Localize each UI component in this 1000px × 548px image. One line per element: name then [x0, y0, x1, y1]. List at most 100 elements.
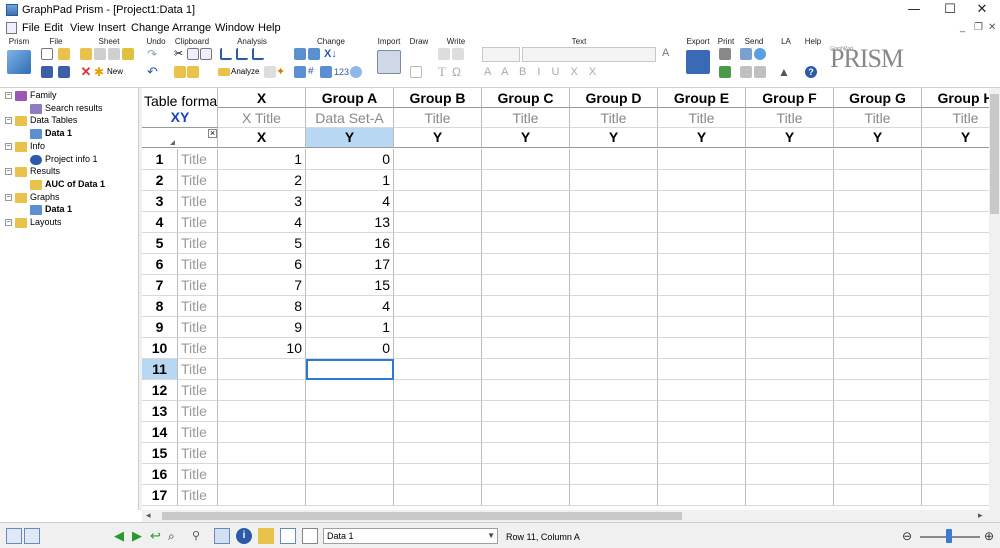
- close-pane-icon[interactable]: ×: [208, 129, 217, 138]
- table-cell[interactable]: [746, 317, 834, 338]
- table-cell-x[interactable]: 9: [218, 317, 306, 338]
- table-cell-x[interactable]: 7: [218, 275, 306, 296]
- table-cell-x[interactable]: 5: [218, 233, 306, 254]
- column-title[interactable]: Title: [746, 108, 834, 128]
- table-cell[interactable]: [394, 296, 482, 317]
- cut-icon[interactable]: ✂: [174, 48, 186, 60]
- save-icon[interactable]: [41, 66, 53, 78]
- link-tool-icon[interactable]: ⚲: [192, 528, 208, 544]
- table-cell-y[interactable]: [306, 401, 394, 422]
- table-cell[interactable]: [746, 422, 834, 443]
- table-cell[interactable]: [834, 338, 922, 359]
- row-number[interactable]: 5: [142, 233, 178, 254]
- table-cell[interactable]: [746, 359, 834, 380]
- analyze-icon[interactable]: [218, 68, 230, 76]
- curve-fit-icon[interactable]: [236, 48, 248, 60]
- copy-icon[interactable]: [187, 48, 199, 60]
- table-cell[interactable]: [570, 254, 658, 275]
- table-cell-y[interactable]: 13: [306, 212, 394, 233]
- table-cell[interactable]: [394, 485, 482, 506]
- table-cell-y[interactable]: [306, 464, 394, 485]
- prism-menu-icon[interactable]: [7, 50, 31, 74]
- table-cell[interactable]: [482, 191, 570, 212]
- table-cell[interactable]: [394, 170, 482, 191]
- navigator-item[interactable]: Data 1: [45, 204, 72, 214]
- table-cell[interactable]: [746, 191, 834, 212]
- table-cell[interactable]: [570, 401, 658, 422]
- data-tables-section-icon[interactable]: [214, 528, 230, 544]
- row-title[interactable]: Title: [178, 401, 218, 422]
- table-cell[interactable]: [394, 149, 482, 170]
- table-cell[interactable]: [922, 254, 990, 275]
- navigator-item[interactable]: AUC of Data 1: [45, 179, 105, 189]
- scroll-left-icon[interactable]: ◂: [146, 510, 151, 521]
- table-cell[interactable]: [482, 359, 570, 380]
- export-icon[interactable]: [686, 50, 710, 74]
- change-format-icon[interactable]: [308, 48, 320, 60]
- mdi-close-button[interactable]: ✕: [988, 22, 996, 33]
- table-cell[interactable]: [482, 254, 570, 275]
- column-header[interactable]: X: [218, 88, 306, 108]
- table-cell-x[interactable]: 2: [218, 170, 306, 191]
- table-cell-x[interactable]: [218, 464, 306, 485]
- column-header[interactable]: Group G: [834, 88, 922, 108]
- table-cell-x[interactable]: 4: [218, 212, 306, 233]
- table-cell[interactable]: [394, 275, 482, 296]
- row-number[interactable]: 10: [142, 338, 178, 359]
- column-title[interactable]: Data Set-A: [306, 108, 394, 128]
- table-cell[interactable]: [834, 212, 922, 233]
- write-tool-icon[interactable]: [438, 48, 450, 60]
- table-cell-x[interactable]: 6: [218, 254, 306, 275]
- table-cell[interactable]: [482, 212, 570, 233]
- font-name-combo[interactable]: [522, 47, 656, 62]
- table-cell[interactable]: [922, 317, 990, 338]
- table-cell[interactable]: [394, 212, 482, 233]
- row-number[interactable]: 11: [142, 359, 178, 380]
- navigator-item[interactable]: Data 1: [45, 128, 72, 138]
- row-number[interactable]: 1: [142, 149, 178, 170]
- table-cell[interactable]: [658, 149, 746, 170]
- table-cell-y[interactable]: 16: [306, 233, 394, 254]
- row-title[interactable]: Title: [178, 254, 218, 275]
- table-cell[interactable]: [834, 359, 922, 380]
- zoom-in-icon[interactable]: ⊕: [984, 528, 1000, 544]
- edit-sheet-icon[interactable]: [80, 48, 92, 60]
- row-number[interactable]: 6: [142, 254, 178, 275]
- table-cell[interactable]: [570, 170, 658, 191]
- table-cell[interactable]: [658, 380, 746, 401]
- table-cell-y[interactable]: 4: [306, 296, 394, 317]
- table-cell[interactable]: [834, 485, 922, 506]
- tree-expander-icon[interactable]: −: [5, 92, 12, 99]
- table-cell-x[interactable]: [218, 380, 306, 401]
- menu-file[interactable]: File: [22, 22, 40, 34]
- table-cell[interactable]: [658, 464, 746, 485]
- table-cell[interactable]: [570, 380, 658, 401]
- numbering-icon[interactable]: 123: [334, 66, 349, 78]
- maximize-button[interactable]: ☐: [932, 0, 968, 20]
- column-header[interactable]: Group D: [570, 88, 658, 108]
- table-cell[interactable]: [834, 275, 922, 296]
- open-file-icon[interactable]: [58, 48, 70, 60]
- table-cell[interactable]: [922, 380, 990, 401]
- table-cell[interactable]: [658, 275, 746, 296]
- subcolumn-header[interactable]: Y: [834, 128, 922, 148]
- table-cell[interactable]: [570, 317, 658, 338]
- font-size-combo[interactable]: [482, 47, 520, 62]
- table-cell[interactable]: [482, 443, 570, 464]
- column-header[interactable]: Group A: [306, 88, 394, 108]
- menu-edit[interactable]: Edit: [44, 22, 63, 34]
- color-icon[interactable]: [350, 66, 362, 78]
- table-cell[interactable]: [922, 191, 990, 212]
- table-cell[interactable]: [658, 296, 746, 317]
- table-cell-x[interactable]: 1: [218, 149, 306, 170]
- write-image-icon[interactable]: [452, 48, 464, 60]
- table-cell[interactable]: [922, 275, 990, 296]
- table-cell[interactable]: [482, 296, 570, 317]
- table-cell[interactable]: [482, 401, 570, 422]
- menu-insert[interactable]: Insert: [98, 22, 126, 34]
- view-mode-icon[interactable]: [6, 528, 22, 544]
- table-cell[interactable]: [746, 338, 834, 359]
- vertical-scroll-thumb[interactable]: [990, 94, 999, 214]
- table-cell[interactable]: [482, 170, 570, 191]
- navigator-item[interactable]: Info: [30, 141, 45, 151]
